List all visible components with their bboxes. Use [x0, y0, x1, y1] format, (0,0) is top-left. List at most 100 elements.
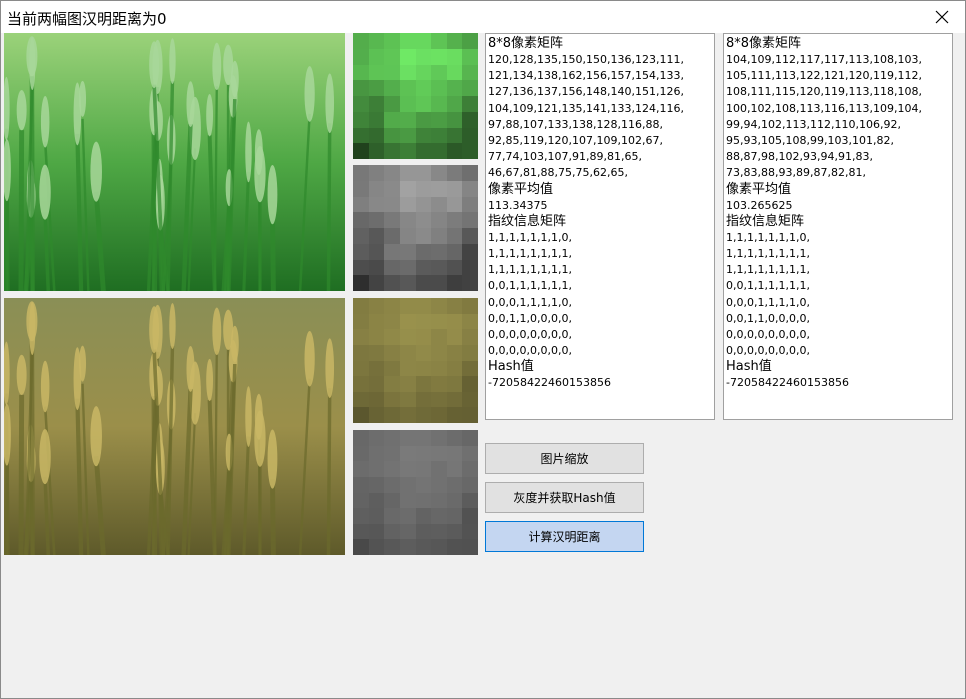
pixel-cell: [415, 391, 432, 408]
wheat-head: [149, 306, 160, 354]
pixel-cell: [399, 259, 416, 276]
pixel-cell: [431, 143, 447, 159]
pixel-cell: [415, 48, 432, 65]
grayscale-image-golden: [353, 430, 478, 555]
pixel-cell: [353, 196, 369, 213]
wheat-head: [79, 345, 87, 382]
fingerprint-row: 0,0,1,1,1,1,1,1,: [726, 279, 810, 293]
pixel-cell: [399, 539, 416, 555]
pixel-cell: [368, 360, 385, 377]
wheat-head: [325, 338, 335, 398]
pixel-cell: [384, 523, 400, 540]
hamming-distance-button[interactable]: 计算汉明距离: [485, 521, 644, 552]
pixel-cell: [399, 430, 416, 446]
pixel-cell: [384, 407, 400, 423]
fingerprint-row: 1,1,1,1,1,1,1,1,: [726, 263, 810, 277]
pixel-cell: [399, 360, 416, 377]
pixel-cell: [353, 298, 369, 314]
pixel-cell: [415, 476, 432, 493]
wheat-head: [254, 146, 266, 203]
zoom-image-button[interactable]: 图片缩放: [485, 443, 644, 474]
pixel-cell: [446, 33, 463, 49]
pixel-cell: [368, 143, 385, 159]
pixel-cell: [431, 445, 447, 462]
fingerprint-label: 指纹信息矩阵: [488, 213, 567, 229]
matrix-row: 127,136,137,156,148,140,151,126,: [488, 85, 684, 99]
pixel-cell: [384, 539, 400, 555]
pixel-cell: [462, 461, 478, 477]
right-info-textbox[interactable]: 8*8像素矩阵 104,109,112,117,117,113,108,103,…: [723, 33, 953, 420]
pixel-cell: [368, 212, 385, 228]
left-info-textbox[interactable]: 8*8像素矩阵 120,128,135,150,150,136,123,111,…: [485, 33, 715, 420]
pixel-cell: [446, 80, 463, 96]
pixel-cell: [431, 228, 447, 244]
matrix-row: 46,67,81,88,75,75,62,65,: [488, 166, 628, 180]
pixel-cell: [446, 111, 463, 128]
pixel-cell: [462, 64, 478, 81]
pixel-cell: [399, 313, 416, 330]
pixel-cell: [462, 243, 478, 260]
close-button[interactable]: [919, 1, 965, 33]
pixel-cell: [431, 492, 447, 509]
pixel-cell: [431, 508, 447, 524]
pixel-cell: [384, 180, 400, 197]
pixel-cell: [368, 523, 385, 540]
pixel-cell: [415, 360, 432, 377]
pixel-cell: [368, 275, 385, 291]
pixel-cell: [415, 539, 432, 555]
wheat-head: [230, 325, 239, 363]
pixel-cell: [384, 329, 400, 345]
pixel-cell: [415, 508, 432, 524]
pixel-cell: [462, 508, 478, 524]
pixel-cell: [462, 329, 478, 345]
pixel-cell: [368, 376, 385, 392]
hash-label: Hash值: [488, 359, 534, 375]
matrix-row: 73,83,88,93,89,87,82,81,: [726, 166, 866, 180]
pixel-cell: [446, 64, 463, 81]
pixel-cell: [431, 407, 447, 423]
pixel-cell: [368, 80, 385, 96]
pixel-cell: [353, 430, 369, 446]
pixel-cell: [384, 492, 400, 509]
pixel-cell: [431, 298, 447, 314]
pixel-cell: [446, 445, 463, 462]
pixel-cell: [431, 196, 447, 213]
pixel-cell: [399, 329, 416, 345]
pixel-cell: [368, 259, 385, 276]
pixel-cell: [368, 180, 385, 197]
matrix-row: 121,134,138,162,156,157,154,133,: [488, 69, 684, 83]
pixel-cell: [462, 259, 478, 276]
pixel-cell: [446, 259, 463, 276]
pixel-cell: [384, 48, 400, 65]
window-title: 当前两幅图汉明距离为0: [7, 10, 167, 28]
pixel-cell: [384, 212, 400, 228]
pixel-cell: [384, 461, 400, 477]
pixel-cell: [353, 391, 369, 408]
pixel-cell: [462, 360, 478, 377]
pixel-cell: [399, 508, 416, 524]
fingerprint-row: 0,0,0,0,0,0,0,0,: [488, 344, 572, 358]
pixel-cell: [399, 243, 416, 260]
pixel-cell: [431, 313, 447, 330]
pixel-cell: [446, 275, 463, 291]
pixel-cell: [446, 523, 463, 540]
grayscale-hash-button[interactable]: 灰度并获取Hash值: [485, 482, 644, 513]
pixel-cell: [462, 539, 478, 555]
pixel-cell: [462, 143, 478, 159]
pixel-cell: [415, 64, 432, 81]
hash-value: -72058422460153856: [488, 376, 611, 390]
pixel-cell: [399, 523, 416, 540]
pixel-cell: [353, 143, 369, 159]
pixel-cell: [462, 476, 478, 493]
pixel-cell: [353, 407, 369, 423]
wheat-head: [90, 406, 102, 467]
pixel-cell: [353, 48, 369, 65]
mean-label: 像素平均值: [726, 181, 792, 197]
pixel-cell: [462, 430, 478, 446]
pixel-cell: [462, 407, 478, 423]
pixel-cell: [446, 360, 463, 377]
pixel-cell: [353, 228, 369, 244]
pixel-cell: [446, 180, 463, 197]
pixel-cell: [462, 96, 478, 112]
pixel-cell: [446, 243, 463, 260]
